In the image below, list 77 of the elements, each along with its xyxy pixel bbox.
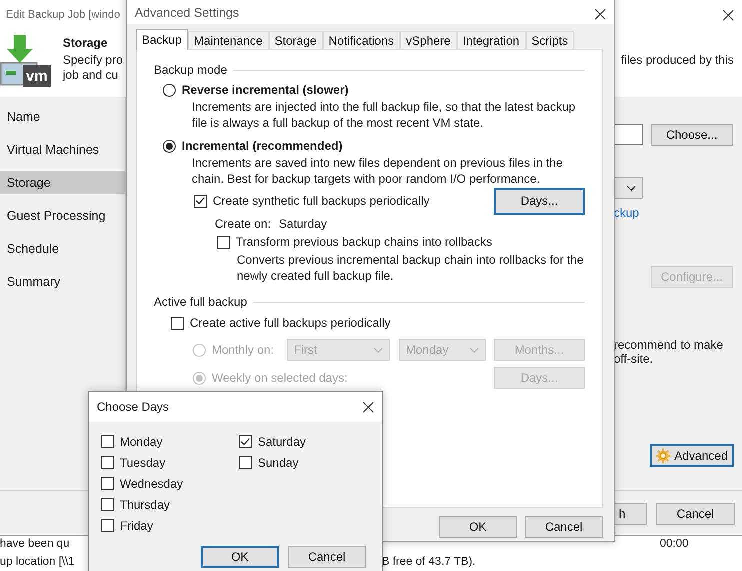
sidebar-item[interactable]: Storage [0,171,125,194]
days-button[interactable]: Days... [494,188,585,214]
close-icon[interactable] [723,10,734,20]
radio-label: Incremental (recommended) [182,139,343,153]
step-description: Specify pro [63,53,124,68]
checkbox[interactable] [194,194,207,208]
group-label: Active full backup [154,295,248,309]
checkbox[interactable] [239,456,252,469]
sidebar-item[interactable]: Guest Processing [0,199,125,232]
tab[interactable]: Maintenance [188,31,269,50]
sidebar-item[interactable]: Summary [0,265,125,298]
create-on-label: Create on: [215,216,272,230]
checkbox-label: Tuesday [120,456,166,470]
tab[interactable]: Notifications [322,31,400,50]
tab[interactable]: Backup [136,29,188,50]
option-description: Increments are injected into the full backup file, so that the latest backup file is always a full backup of the most recent VM state. [192,100,577,131]
checkbox-label: Sunday [258,456,299,470]
radio-label: Weekly on selected days: [212,371,348,385]
radio-label: Reverse incremental (slower) [182,83,349,97]
advanced-button[interactable]: Advanced [650,444,734,467]
step-description: files produced by this [621,53,734,67]
window-title: Edit Backup Job [windo [6,9,120,21]
close-icon[interactable] [363,402,374,412]
checkbox[interactable] [101,477,114,490]
sidebar-item[interactable]: Name [0,100,125,133]
checkbox-label: Thursday [120,498,170,512]
cancel-button[interactable]: Cancel [288,546,366,568]
close-icon[interactable] [595,9,606,20]
log-time: 00:00 [660,538,689,550]
checkbox[interactable] [101,519,114,532]
checkbox-label: Saturday [258,434,306,448]
note-text: off-site. [614,352,654,366]
chevron-icon [627,186,636,190]
checkbox-label: Create synthetic full backups periodically [213,194,430,208]
link[interactable]: ckup [614,205,640,221]
create-on-value: Saturday [279,216,328,230]
vm-logo: vm [23,65,51,87]
sidebar-item[interactable]: Schedule [0,232,125,265]
checkbox-label: Monday [120,434,163,448]
cancel-button[interactable]: Cancel [525,516,603,538]
note-text: recommend to make [614,338,724,352]
radio-button[interactable] [163,84,176,96]
option-description: Converts previous incremental backup chain into rollbacks for the newly created full backup file. [237,253,585,284]
chevron-icon [374,348,383,352]
cancel-button[interactable]: Cancel [656,503,735,525]
checkbox[interactable] [217,236,230,248]
dialog-title: Choose Days [97,400,170,414]
checkbox[interactable] [101,498,114,511]
step-description: job and cu [63,68,120,83]
checkbox[interactable] [101,456,114,469]
path-field[interactable] [614,124,643,145]
choose-button[interactable]: Choose... [651,124,733,146]
tab[interactable]: Integration [456,31,526,50]
gear-icon [656,448,671,464]
checkbox[interactable] [101,435,114,448]
sidebar-item[interactable]: Virtual Machines [0,133,125,166]
option-description: Increments are saved into new files dependent on previous files in the chain. Best for backup targets with poor random I/O performance. [192,156,564,187]
checkbox-label: Wednesday [120,476,184,490]
checkbox-label: Create active full backups periodically [190,316,391,330]
dialog-title: Advanced Settings [135,6,240,20]
log-text: B free of 43.7 TB). [382,556,476,568]
tab[interactable]: Storage [268,31,323,50]
tab[interactable]: vSphere [400,31,457,50]
group-label: Backup mode [154,63,228,77]
ok-button[interactable]: OK [439,516,517,538]
checkbox-label: Transform previous backup chains into rollbacks [236,235,492,249]
tab[interactable]: Scripts [526,31,574,50]
chevron-icon [470,348,479,352]
checkbox-label: Friday [120,518,154,532]
radio-button[interactable] [163,140,176,152]
checkbox[interactable] [239,435,252,448]
log-text: have been qu [0,538,70,550]
ok-button[interactable]: OK [201,546,279,568]
log-text: up location [\\1 [0,556,75,568]
step-title: Storage [63,36,109,51]
radio-label: Monthly on: [212,343,276,357]
finish-button[interactable]: h [614,503,647,525]
